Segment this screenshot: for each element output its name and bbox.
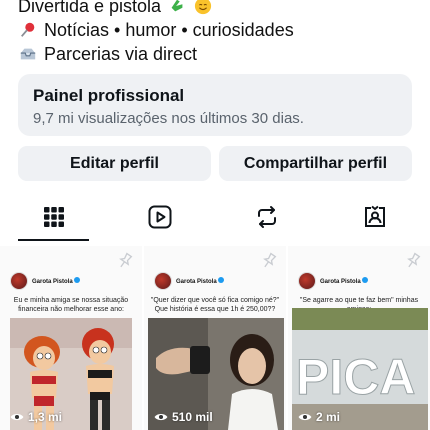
- reposts-icon[interactable]: [254, 204, 280, 230]
- eye-icon: [298, 413, 312, 421]
- profile-bio: Divertida e pistola Notícias • humor • c…: [18, 0, 418, 66]
- active-tab-indicator: [18, 239, 89, 241]
- post-tile[interactable]: Garota Pistola "Quer dizer que você só f…: [144, 246, 286, 430]
- panel-title: Painel profissional: [33, 86, 185, 105]
- avatar: [154, 272, 172, 290]
- inbox-icon: [18, 44, 38, 64]
- bio-line-2: Notícias • humor • curiosidades: [18, 18, 418, 42]
- post-header: Garota Pistola: [154, 272, 225, 290]
- post-header: Garota Pistola: [10, 272, 81, 290]
- bio-line-1: Divertida e pistola: [18, 0, 418, 18]
- panel-subtitle: 9,7 mi visualizações nos últimos 30 dias…: [33, 110, 304, 127]
- verified-icon: [362, 277, 369, 283]
- share-profile-button[interactable]: Compartilhar perfil: [219, 146, 412, 181]
- professional-dashboard[interactable]: Painel profissional 9,7 mi visualizações…: [18, 74, 412, 136]
- post-text: Eu e minha amiga se nossa situação finan…: [13, 297, 129, 313]
- post-header: Garota Pistola: [298, 272, 369, 290]
- pin-icon: [407, 252, 421, 268]
- post-tile[interactable]: Garota Pistola Eu e minha amiga se nossa…: [0, 246, 142, 430]
- view-count: 510 mil: [154, 410, 213, 424]
- pushpin-icon: [18, 20, 38, 40]
- post-image-letters: PICA: [296, 349, 415, 405]
- bio-line-2-text: Notícias • humor • curiosidades: [44, 20, 294, 40]
- grid-icon[interactable]: [41, 204, 67, 230]
- verified-icon: [218, 277, 225, 283]
- bio-line-3: Parcerias via direct: [18, 42, 418, 66]
- view-count: 1,3 mi: [10, 410, 62, 424]
- post-author: Garota Pistola: [320, 279, 361, 285]
- avatar: [298, 272, 316, 290]
- avatar: [10, 272, 28, 290]
- verified-icon: [74, 277, 81, 283]
- edit-profile-button[interactable]: Editar perfil: [18, 146, 211, 181]
- view-count-label: 1,3 mi: [28, 410, 63, 424]
- hand-icon: [167, 0, 187, 16]
- profile-tabs: [0, 196, 430, 242]
- view-count-label: 510 mil: [172, 410, 213, 424]
- post-author: Garota Pistola: [32, 279, 73, 285]
- smile-icon: [193, 0, 213, 16]
- eye-icon: [10, 413, 24, 421]
- bio-line-1-text: Divertida e pistola: [18, 0, 162, 16]
- pin-icon: [119, 252, 133, 268]
- post-text: "Quer dizer que você só fica comigo né?"…: [150, 297, 280, 313]
- reels-icon[interactable]: [147, 204, 173, 230]
- eye-icon: [154, 413, 168, 421]
- pin-icon: [263, 252, 277, 268]
- view-count-label: 2 mi: [316, 410, 341, 424]
- post-author: Garota Pistola: [176, 279, 217, 285]
- view-count: 2 mi: [298, 410, 340, 424]
- bio-line-3-text: Parcerias via direct: [44, 44, 198, 64]
- posts-grid: Garota Pistola Eu e minha amiga se nossa…: [0, 246, 430, 430]
- post-tile[interactable]: Garota Pistola "Se agarre ao que te faz …: [288, 246, 430, 430]
- tagged-icon[interactable]: [362, 204, 388, 230]
